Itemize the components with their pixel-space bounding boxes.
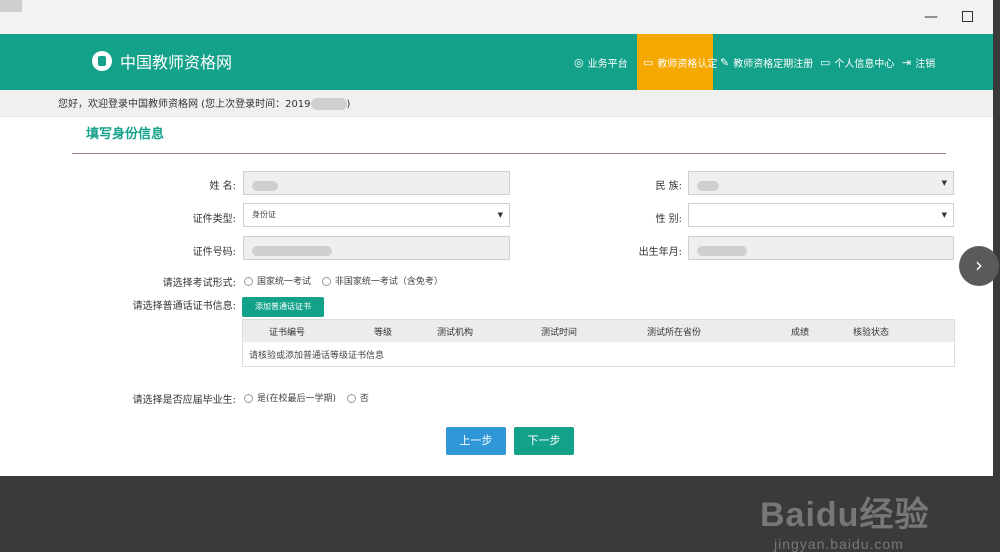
nav-business-platform[interactable]: ◎ 业务平台 <box>574 34 628 90</box>
col-score: 成绩 <box>791 328 810 338</box>
next-slide-arrow-icon[interactable]: › <box>959 246 999 286</box>
watermark-url: jingyan.baidu.com <box>774 536 904 552</box>
radio-icon <box>244 277 253 286</box>
next-step-button[interactable]: 下一步 <box>514 427 574 455</box>
exam-option-unified[interactable]: 国家统一考试 <box>244 277 311 287</box>
nav-logout[interactable]: ⇥ 注销 <box>902 34 935 90</box>
id-type-value: 身份证 <box>252 210 276 219</box>
cert-info-label: 请选择普通话证书信息: <box>132 301 236 312</box>
maximize-icon <box>961 11 973 22</box>
baidu-watermark: Baidu经验 jingyan.baidu.com <box>760 487 929 552</box>
nav-periodic-registration[interactable]: ✎ 教师资格定期注册 <box>720 34 813 90</box>
empty-table-message: 请核验或添加普通话等级证书信息 <box>249 351 385 361</box>
col-test-agency: 测试机构 <box>437 328 474 338</box>
welcome-bar: 您好，欢迎登录中国教师资格网 (您上次登录时间：2019) <box>0 90 993 117</box>
identity-form-panel: 填写身份信息 姓 名: 证件类型: 身份证 ▼ 证件号码: 民 族: ▼ 性 别… <box>0 117 993 552</box>
chevron-down-icon: ▼ <box>941 179 947 187</box>
window-titlebar: — <box>0 0 993 35</box>
top-navigation-bar: 中国教师资格网 ◎ 业务平台 ▭ 教师资格认定 ✎ 教师资格定期注册 ▭ 个人信… <box>0 34 993 90</box>
monitor-icon: ▭ <box>643 55 654 69</box>
exam-type-label: 请选择考试形式: <box>162 278 236 289</box>
welcome-text: 您好，欢迎登录中国教师资格网 (您上次登录时间：2019) <box>58 95 350 110</box>
chevron-down-icon: ▼ <box>497 211 503 219</box>
maximize-button[interactable] <box>958 8 976 26</box>
exam-type-radio-group: 国家统一考试 非国家统一考试（含免考） <box>244 274 451 287</box>
watermark-logo-text: Baidu经验 <box>760 496 930 534</box>
minimize-button[interactable]: — <box>922 8 940 26</box>
redacted-time <box>310 98 347 110</box>
titlebar-tab-stub <box>0 0 22 12</box>
name-field[interactable] <box>243 171 510 195</box>
exam-option-label: 国家统一考试 <box>257 277 312 287</box>
col-test-time: 测试时间 <box>541 328 578 338</box>
graduate-label: 请选择是否应届毕业生: <box>132 395 236 406</box>
id-number-label: 证件号码: <box>192 247 236 258</box>
id-type-label: 证件类型: <box>192 214 236 225</box>
graduate-radio-group: 是(在校最后一学期) 否 <box>244 391 377 404</box>
browser-window: — 中国教师资格网 ◎ 业务平台 ▭ 教师资格认定 ✎ 教师资格定期注册 ▭ 个… <box>0 0 993 552</box>
chevron-down-icon: ▼ <box>941 211 947 219</box>
edit-icon: ✎ <box>720 55 730 69</box>
welcome-text-prefix: 您好，欢迎登录中国教师资格网 (您上次登录时间：2019 <box>58 99 311 110</box>
ethnicity-select[interactable]: ▼ <box>688 171 954 195</box>
redacted-value <box>697 245 747 256</box>
id-type-select[interactable]: 身份证 ▼ <box>243 203 510 227</box>
nav-personal-center[interactable]: ▭ 个人信息中心 <box>820 34 894 90</box>
nav-label: 教师资格定期注册 <box>733 58 814 70</box>
id-number-field[interactable] <box>243 236 510 260</box>
previous-step-button[interactable]: 上一步 <box>446 427 506 455</box>
welcome-text-suffix: ) <box>346 99 351 110</box>
site-logo-icon <box>92 51 112 71</box>
graduate-option-yes[interactable]: 是(在校最后一学期) <box>244 394 336 404</box>
section-divider <box>72 153 946 154</box>
birth-field[interactable] <box>688 236 954 260</box>
col-verify-status: 核验状态 <box>853 328 890 338</box>
radio-icon <box>321 277 331 286</box>
col-test-province: 测试所在省份 <box>647 328 702 338</box>
nav-label: 注销 <box>915 58 936 70</box>
ethnicity-label: 民 族: <box>655 181 682 192</box>
site-brand[interactable]: 中国教师资格网 <box>92 47 232 75</box>
exam-option-label: 非国家统一考试（含免考） <box>334 277 443 287</box>
exam-option-non-unified[interactable]: 非国家统一考试（含免考） <box>321 277 443 287</box>
add-cert-button[interactable]: 添加普通话证书 <box>242 297 324 317</box>
section-title: 填写身份信息 <box>86 127 165 142</box>
col-cert-number: 证书编号 <box>269 328 306 338</box>
nav-teacher-qualification[interactable]: ▭ 教师资格认定 <box>637 34 717 90</box>
site-title: 中国教师资格网 <box>120 53 233 72</box>
cert-table: 证书编号 等级 测试机构 测试时间 测试所在省份 成绩 核验状态 请核验或添加普… <box>242 319 955 367</box>
gender-select[interactable]: ▼ <box>688 203 954 227</box>
dashboard-icon: ◎ <box>574 55 584 69</box>
radio-icon <box>346 394 356 403</box>
nav-label: 教师资格认定 <box>657 58 718 70</box>
monitor-icon: ▭ <box>820 55 831 69</box>
col-level: 等级 <box>374 328 393 338</box>
nav-label: 业务平台 <box>587 58 628 70</box>
redacted-value <box>252 180 278 191</box>
cert-table-header: 证书编号 等级 测试机构 测试时间 测试所在省份 成绩 核验状态 <box>243 320 954 342</box>
table-row: 请核验或添加普通话等级证书信息 <box>243 342 954 366</box>
graduate-option-label: 是(在校最后一学期) <box>257 394 337 404</box>
birth-label: 出生年月: <box>638 247 682 258</box>
redacted-value <box>697 180 719 191</box>
graduate-option-label: 否 <box>359 394 369 404</box>
gender-label: 性 别: <box>655 214 682 225</box>
graduate-option-no[interactable]: 否 <box>346 394 369 404</box>
nav-label: 个人信息中心 <box>834 58 895 70</box>
radio-icon <box>244 394 253 403</box>
name-label: 姓 名: <box>209 181 236 192</box>
redacted-value <box>252 245 332 256</box>
logout-icon: ⇥ <box>902 55 912 69</box>
